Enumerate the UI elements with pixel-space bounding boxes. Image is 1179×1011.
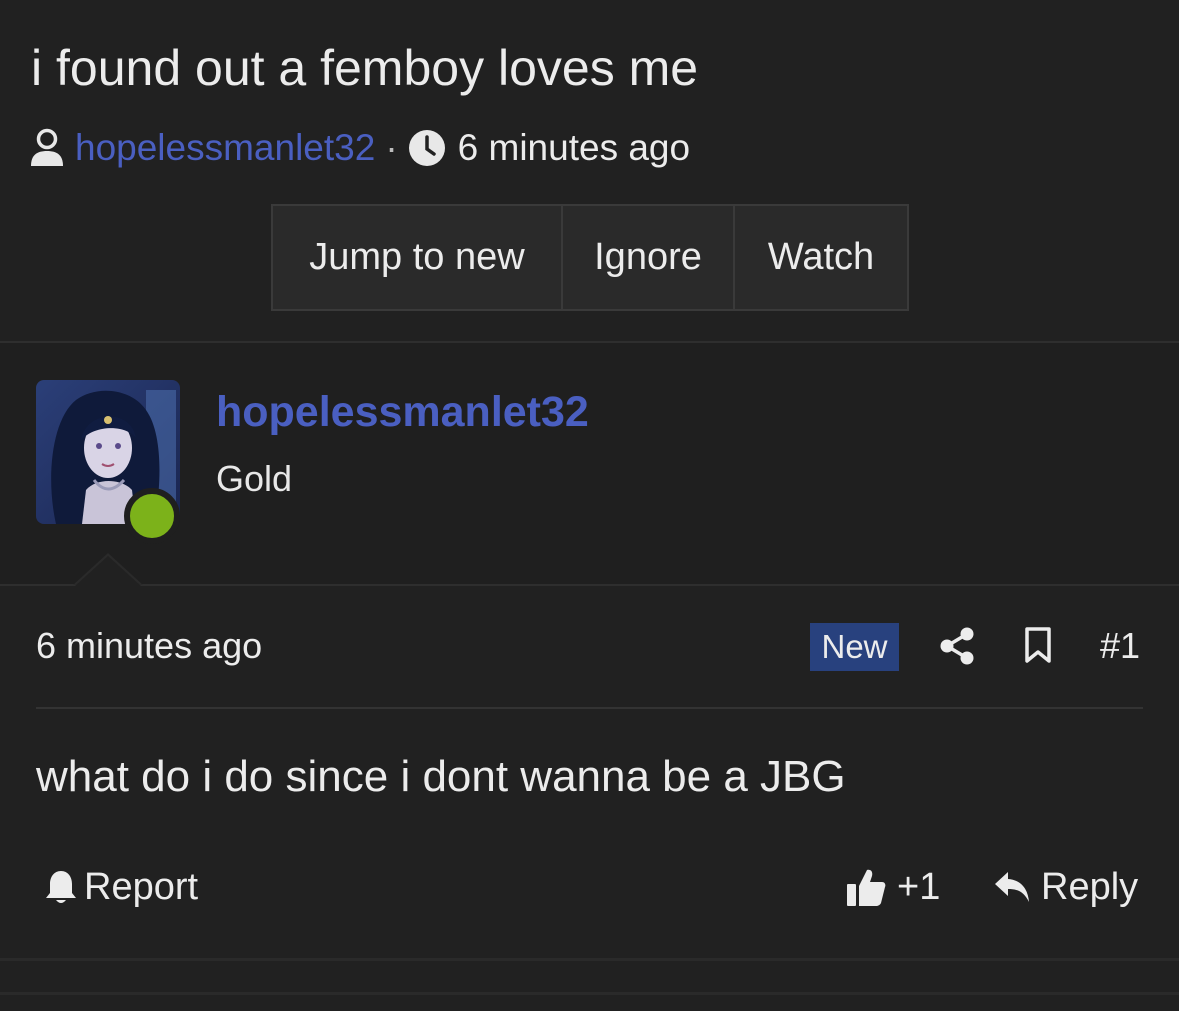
report-label: Report	[84, 865, 199, 908]
post-body: what do i do since i dont wanna be a JBG	[36, 752, 846, 801]
meta-separator: ·	[385, 127, 398, 168]
user-icon	[31, 128, 63, 166]
post-time-link[interactable]: 6 minutes ago	[36, 625, 262, 667]
jump-to-new-button[interactable]: Jump to new	[273, 206, 563, 309]
user-title: Gold	[216, 458, 293, 499]
divider	[0, 584, 1179, 586]
thread-time: 6 minutes ago	[457, 127, 691, 168]
thread-author-link[interactable]: hopelessmanlet32	[75, 127, 375, 169]
thread-meta: hopelessmanlet32 · 6 minutes ago	[29, 124, 690, 172]
like-count: +1	[897, 865, 941, 908]
report-button[interactable]: Report	[44, 862, 198, 912]
reply-button[interactable]: Reply	[993, 862, 1138, 912]
reply-icon	[995, 872, 1029, 902]
like-button[interactable]: +1	[845, 862, 940, 912]
reply-label: Reply	[1041, 865, 1139, 908]
bell-icon	[46, 871, 76, 903]
thread-header: i found out a femboy loves me hopelessma…	[0, 0, 1179, 342]
online-status-indicator	[124, 488, 180, 544]
share-icon[interactable]	[939, 627, 975, 665]
bookmark-icon[interactable]	[1024, 627, 1052, 663]
new-badge: New	[810, 623, 899, 671]
post-username-link[interactable]: hopelessmanlet32	[216, 388, 589, 437]
clock-icon	[408, 130, 445, 166]
thread-title: i found out a femboy loves me	[31, 40, 699, 96]
user-block-arrow-fill	[75, 556, 141, 586]
thread-button-group: Jump to new Ignore Watch	[271, 204, 909, 311]
post-number-link[interactable]: #1	[1100, 625, 1140, 667]
divider	[0, 992, 1179, 995]
watch-button[interactable]: Watch	[735, 206, 907, 309]
thumbs-up-icon	[847, 869, 886, 906]
divider	[0, 958, 1179, 961]
ignore-button[interactable]: Ignore	[563, 206, 735, 309]
divider	[36, 707, 1143, 709]
thread-page: i found out a femboy loves me hopelessma…	[0, 0, 1179, 1011]
